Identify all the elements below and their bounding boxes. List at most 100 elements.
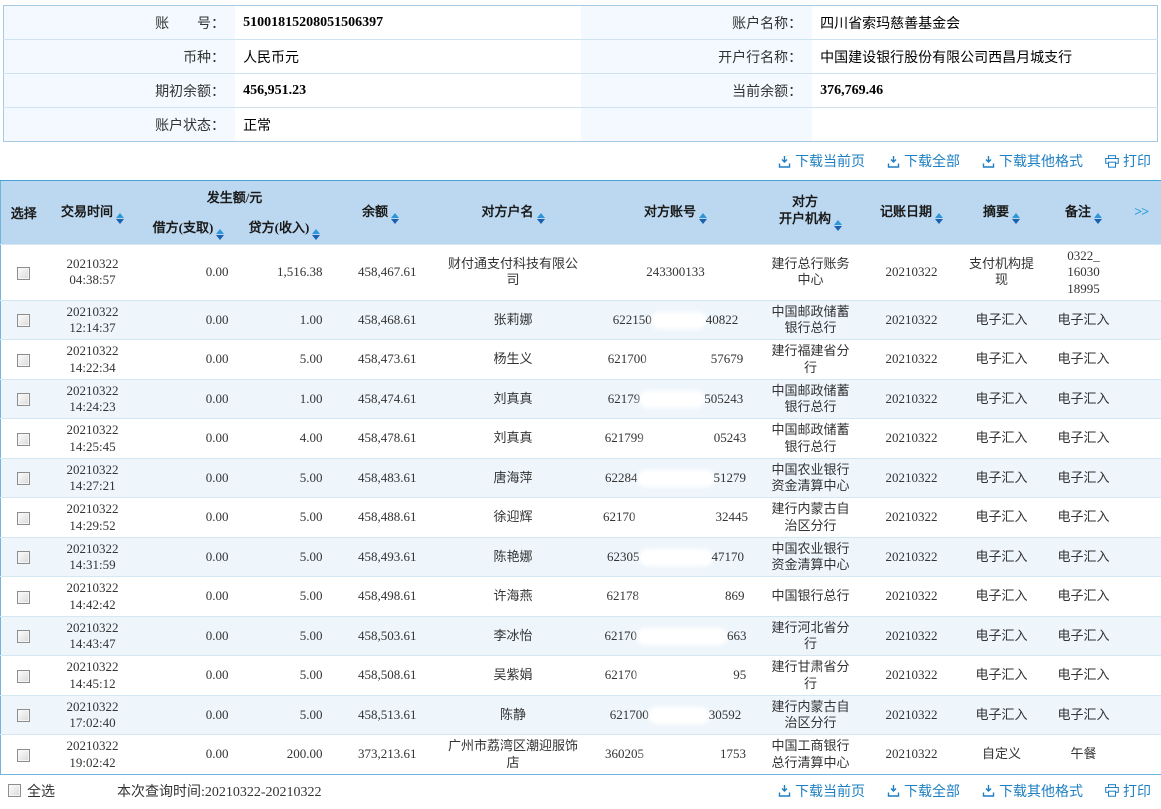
summary-cell: 电子汇入 (975, 707, 1027, 723)
summary-cell: 电子汇入 (975, 351, 1027, 367)
redaction-mask (641, 551, 711, 564)
sort-icon[interactable] (1094, 213, 1102, 224)
table-row: 2021032204:38:570.001,516.38458,467.61财付… (1, 245, 1161, 301)
sort-icon[interactable] (834, 220, 842, 231)
balance-amount: 458,503.61 (331, 616, 431, 656)
transaction-time: 14:42:42 (47, 597, 139, 613)
opening-balance-label: 期初余额： (4, 74, 236, 108)
print-link[interactable]: 打印 (1105, 151, 1151, 171)
row-checkbox[interactable] (17, 267, 30, 280)
download-icon (778, 155, 791, 168)
header-counterparty-bank[interactable]: 对方 开户机构 (756, 181, 866, 245)
sort-icon[interactable] (1012, 213, 1020, 224)
counterparty-bank: 建行福建省分行 (770, 343, 852, 376)
table-row: 2021032217:02:400.005.00458,513.61陈静6217… (1, 695, 1161, 735)
summary-cell: 支付机构提现 (967, 256, 1037, 289)
counterparty-account: 3602051753 (605, 746, 746, 761)
row-checkbox[interactable] (17, 630, 30, 643)
transaction-time: 12:14:37 (47, 320, 139, 336)
transaction-date: 20210322 (47, 620, 139, 636)
download-all-link[interactable]: 下载全部 (887, 151, 960, 171)
header-summary[interactable]: 摘要 (958, 181, 1046, 245)
credit-amount: 5.00 (239, 537, 331, 577)
bottom-toolbar: 下载当前页 下载全部 下载其他格式 打印 (778, 781, 1151, 801)
row-checkbox[interactable] (17, 433, 30, 446)
opening-bank-value: 中国建设银行股份有限公司西昌月城支行 (812, 40, 1157, 74)
sort-icon[interactable] (699, 213, 707, 224)
download-other-format-link[interactable]: 下载其他格式 (982, 151, 1083, 171)
debit-amount: 0.00 (139, 379, 239, 419)
sort-icon[interactable] (391, 213, 399, 224)
debit-amount: 0.00 (139, 458, 239, 498)
header-record-date[interactable]: 记账日期 (866, 181, 958, 245)
sort-icon[interactable] (312, 229, 320, 240)
row-checkbox[interactable] (17, 393, 30, 406)
counterparty-name: 刘真真 (493, 430, 532, 446)
transaction-time: 14:24:23 (47, 399, 139, 415)
counterparty-name: 李冰怡 (493, 628, 532, 644)
counterparty-name: 陈静 (500, 707, 526, 723)
counterparty-account: 62179505243 (608, 391, 744, 406)
counterparty-name: 张莉娜 (493, 312, 532, 328)
debit-amount: 0.00 (139, 656, 239, 696)
remark-cell: 电子汇入 (1057, 707, 1109, 723)
download-other-format-link[interactable]: 下载其他格式 (982, 781, 1083, 801)
row-checkbox[interactable] (17, 314, 30, 327)
summary-cell: 电子汇入 (975, 667, 1027, 683)
download-all-link[interactable]: 下载全部 (887, 781, 960, 801)
credit-amount: 1.00 (239, 379, 331, 419)
credit-amount: 5.00 (239, 616, 331, 656)
credit-amount: 4.00 (239, 419, 331, 459)
summary-cell: 电子汇入 (975, 628, 1027, 644)
balance-amount: 458,478.61 (331, 419, 431, 459)
top-toolbar: 下载当前页 下载全部 下载其他格式 打印 (0, 142, 1161, 180)
sort-icon[interactable] (935, 213, 943, 224)
sort-icon[interactable] (216, 229, 224, 240)
row-checkbox[interactable] (17, 670, 30, 683)
row-checkbox[interactable] (17, 551, 30, 564)
record-date: 20210322 (866, 498, 958, 538)
download-current-page-link[interactable]: 下载当前页 (778, 781, 865, 801)
print-link[interactable]: 打印 (1105, 781, 1151, 801)
sort-icon[interactable] (537, 213, 545, 224)
table-row: 2021032214:27:210.005.00458,483.61唐海萍622… (1, 458, 1161, 498)
header-remark[interactable]: 备注 (1046, 181, 1122, 245)
row-checkbox[interactable] (17, 709, 30, 722)
header-more-columns[interactable]: >> (1122, 181, 1161, 245)
record-date: 20210322 (866, 537, 958, 577)
header-counterparty-account[interactable]: 对方账号 (596, 181, 756, 245)
row-checkbox[interactable] (17, 512, 30, 525)
header-counterparty-name[interactable]: 对方户名 (431, 181, 596, 245)
header-amount-group: 发生额/元 (139, 181, 331, 213)
remark-cell: 0322_ 16030 18995 (1067, 248, 1100, 297)
transaction-date: 20210322 (47, 256, 139, 272)
row-checkbox[interactable] (17, 354, 30, 367)
header-debit[interactable]: 借方(支取) (139, 213, 239, 245)
row-checkbox[interactable] (17, 591, 30, 604)
header-balance[interactable]: 余额 (331, 181, 431, 245)
record-date: 20210322 (866, 735, 958, 775)
header-transaction-time[interactable]: 交易时间 (47, 181, 139, 245)
account-name-label: 账户名称： (581, 6, 813, 40)
current-balance-value: 376,769.46 (812, 74, 1157, 108)
counterparty-bank: 中国农业银行资金清算中心 (770, 462, 852, 495)
row-checkbox[interactable] (17, 749, 30, 762)
account-number-value: 51001815208051506397 (235, 6, 581, 40)
row-checkbox[interactable] (17, 472, 30, 485)
transaction-date: 20210322 (47, 304, 139, 320)
select-all-row: 全选 本次查询时间:20210322-20210322 下载当前页 下载全部 下… (0, 775, 1161, 807)
remark-cell: 午餐 (1070, 746, 1096, 762)
redaction-mask (637, 512, 715, 525)
remark-cell: 电子汇入 (1057, 391, 1109, 407)
counterparty-bank: 建行甘肃省分行 (770, 659, 852, 692)
record-date: 20210322 (866, 245, 958, 301)
account-number-label: 账 号： (4, 6, 236, 40)
record-date: 20210322 (866, 458, 958, 498)
more-columns-icon[interactable]: >> (1134, 205, 1148, 220)
select-all-checkbox[interactable] (8, 784, 21, 797)
currency-label: 币种： (4, 40, 236, 74)
header-credit[interactable]: 贷方(收入) (239, 213, 331, 245)
counterparty-bank: 中国邮政储蓄银行总行 (770, 383, 852, 416)
sort-icon[interactable] (116, 213, 124, 224)
download-current-page-link[interactable]: 下载当前页 (778, 151, 865, 171)
